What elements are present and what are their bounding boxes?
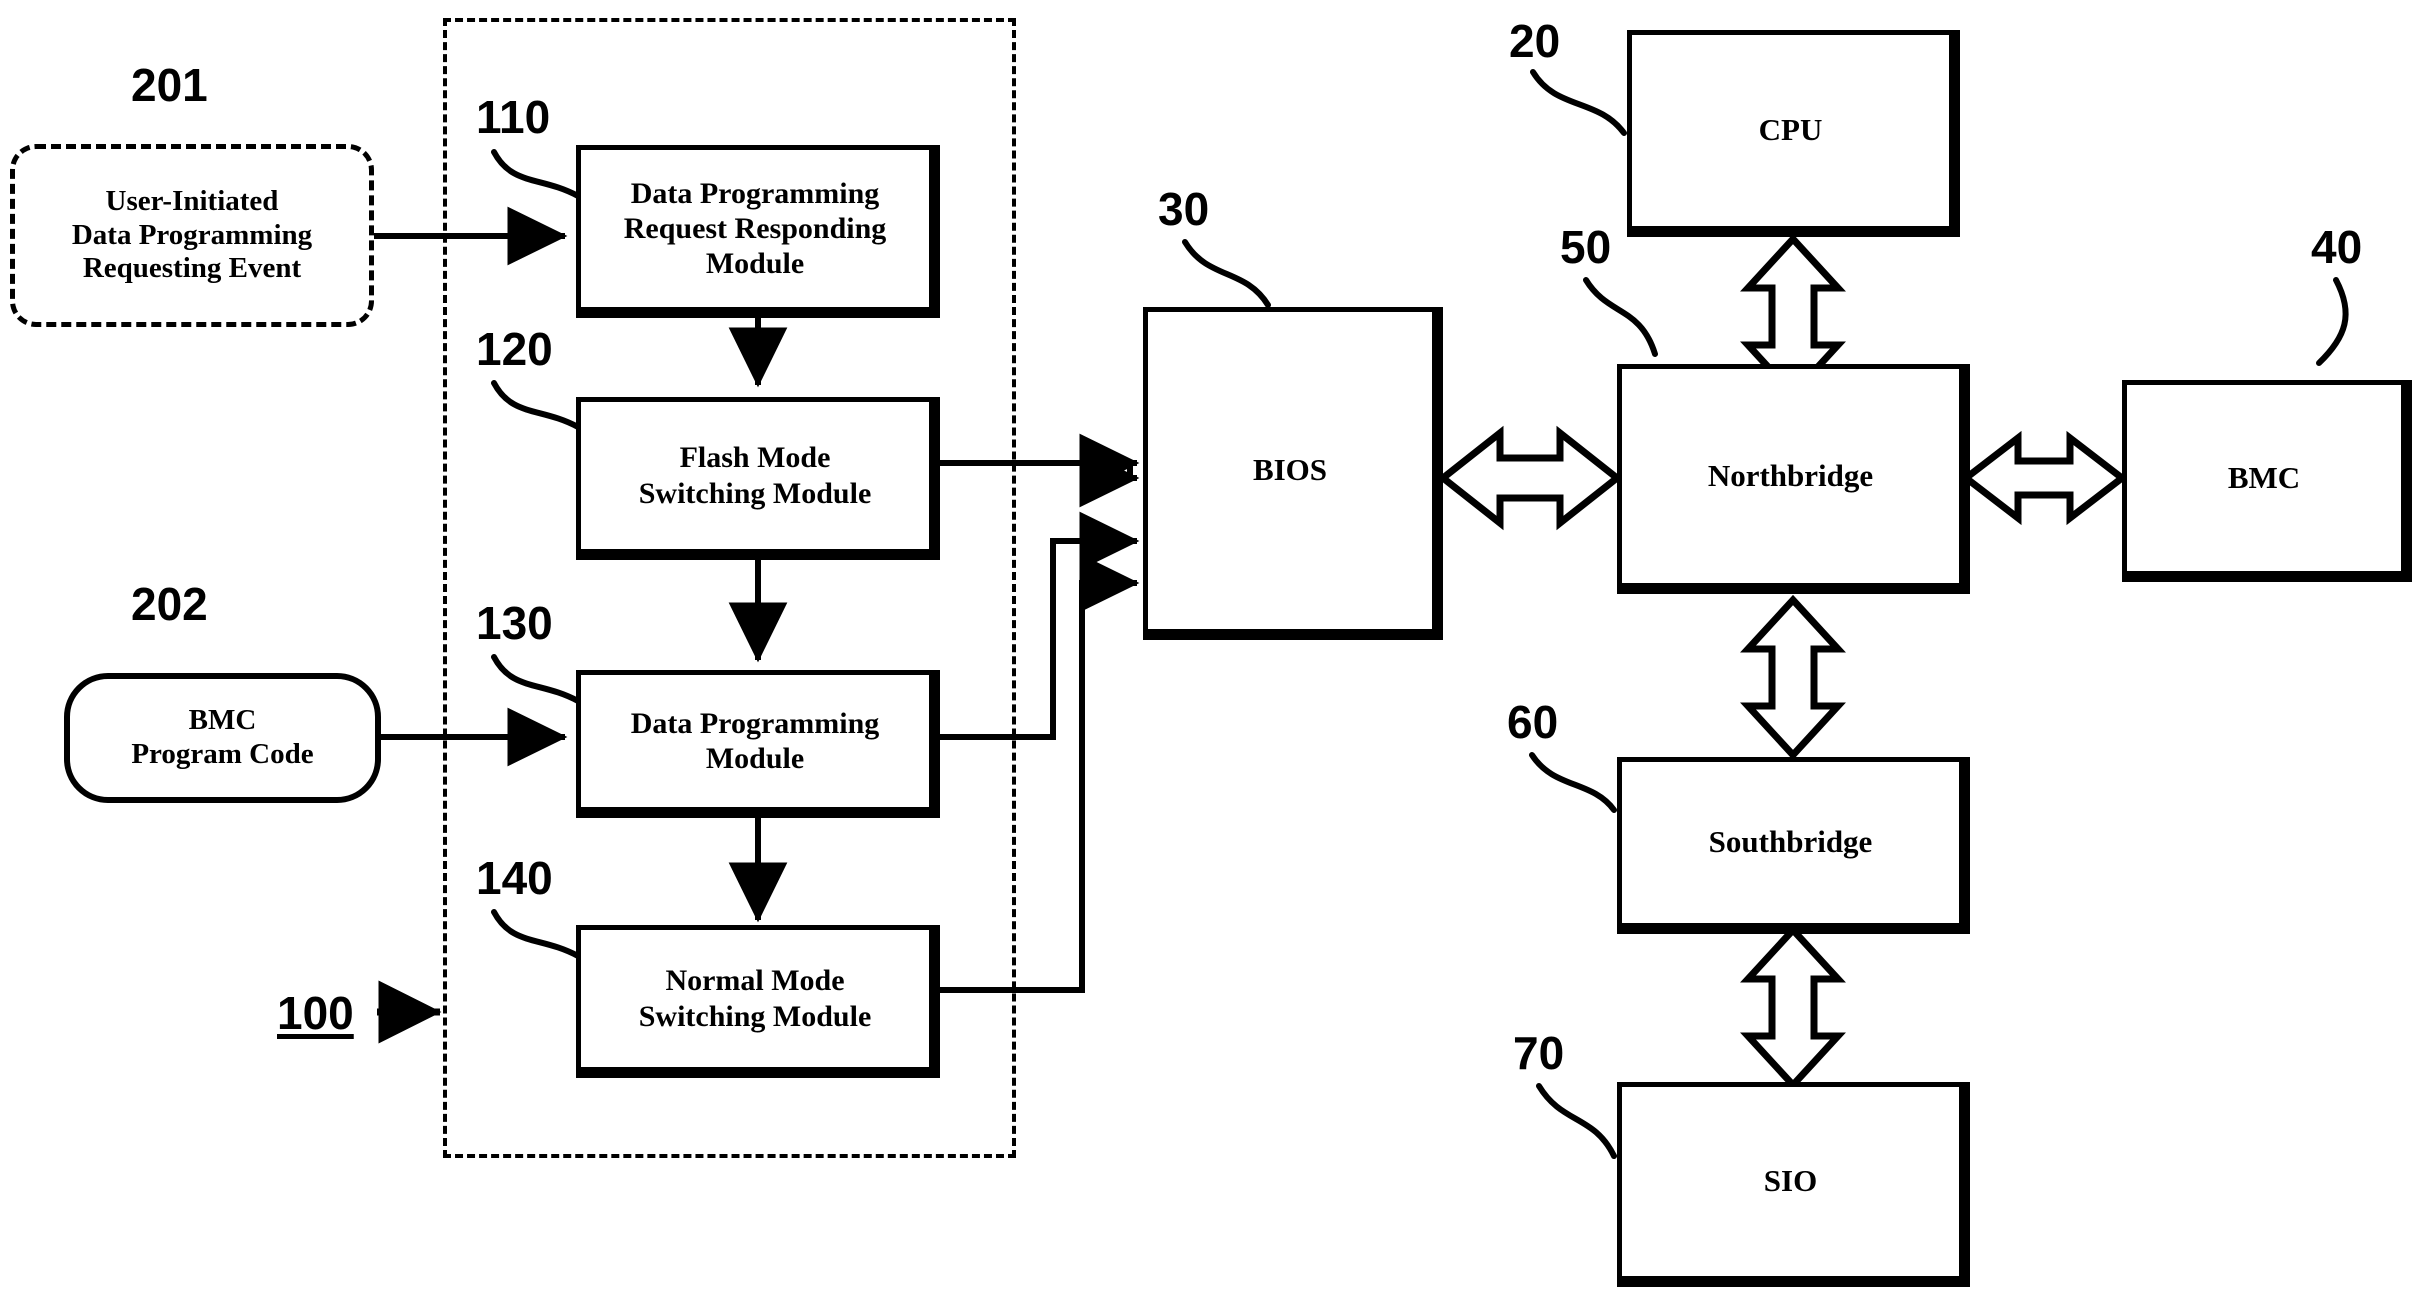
module-box-140: Normal Mode Switching Module (576, 925, 940, 1078)
line-2: Request Responding (623, 211, 887, 245)
leader-40 (2316, 277, 2349, 366)
ref-numeral-50: 50 (1560, 221, 1612, 273)
module-label: Flash Mode Switching Module (639, 440, 872, 510)
line-2: Data Programming (71, 218, 313, 251)
ref-numeral-130: 130 (476, 597, 553, 649)
ref-numeral-202: 202 (131, 578, 208, 630)
ref-numeral-30: 30 (1158, 183, 1210, 235)
block-arrow-northbridge-bmc (1960, 430, 2128, 526)
hardware-box-northbridge: Northbridge (1617, 364, 1970, 594)
module-label: Data Programming Module (631, 706, 880, 776)
line-2: Program Code (131, 738, 314, 770)
hardware-label: CPU (1758, 112, 1823, 148)
hardware-label: SIO (1763, 1163, 1818, 1199)
block-arrow-northbridge-southbridge (1740, 594, 1846, 761)
line-1: Data Programming (630, 706, 880, 740)
hardware-label: Northbridge (1707, 457, 1874, 493)
line-3: Module (705, 247, 805, 281)
hardware-box-bios: BIOS (1143, 307, 1443, 640)
module-label: Data Programming Request Responding Modu… (624, 176, 887, 281)
hardware-box-cpu: CPU (1627, 30, 1960, 237)
external-box-bmc-program-code: BMC Program Code (64, 673, 381, 803)
leader-20 (1530, 69, 1627, 136)
line-2: Switching Module (638, 476, 872, 510)
line-1: Data Programming (630, 176, 880, 210)
line-3: Requesting Event (82, 252, 302, 285)
leader-30 (1182, 239, 1271, 308)
module-label: Normal Mode Switching Module (639, 963, 872, 1033)
block-arrow-bios-northbridge (1437, 425, 1623, 531)
line-1: User-Initiated (105, 184, 279, 217)
line-1: Normal Mode (665, 964, 845, 998)
leader-50 (1583, 277, 1658, 357)
ref-numeral-70: 70 (1513, 1027, 1565, 1079)
ref-numeral-60: 60 (1507, 696, 1559, 748)
external-box-label: BMC Program Code (131, 704, 313, 772)
patent-figure: User-Initiated Data Programming Requesti… (0, 0, 2419, 1293)
ref-numeral-201: 201 (131, 59, 208, 111)
ref-numeral-140: 140 (476, 852, 553, 904)
line-2: Module (705, 742, 805, 775)
line-1: BMC (188, 704, 257, 737)
line-1: Flash Mode (679, 441, 831, 475)
ref-numeral-110: 110 (476, 91, 551, 143)
hardware-label: BIOS (1252, 452, 1328, 488)
block-arrow-southbridge-sio (1740, 924, 1846, 1091)
hardware-box-bmc: BMC (2122, 380, 2412, 582)
hardware-box-sio: SIO (1617, 1082, 1970, 1287)
line-2: Switching Module (638, 999, 872, 1033)
module-box-130: Data Programming Module (576, 670, 940, 818)
external-box-label: User-Initiated Data Programming Requesti… (72, 185, 312, 287)
hardware-box-southbridge: Southbridge (1617, 757, 1970, 934)
external-box-user-initiated-event: User-Initiated Data Programming Requesti… (10, 144, 374, 327)
hardware-label: Southbridge (1708, 824, 1873, 860)
module-box-120: Flash Mode Switching Module (576, 397, 940, 560)
ref-numeral-120: 120 (476, 323, 553, 375)
leader-60 (1529, 752, 1617, 813)
ref-numeral-40: 40 (2311, 221, 2363, 273)
ref-numeral-100: 100 (277, 987, 354, 1039)
leader-70 (1536, 1083, 1617, 1159)
module-box-110: Data Programming Request Responding Modu… (576, 145, 940, 318)
hardware-label: BMC (2227, 459, 2301, 495)
ref-numeral-20: 20 (1509, 15, 1561, 67)
